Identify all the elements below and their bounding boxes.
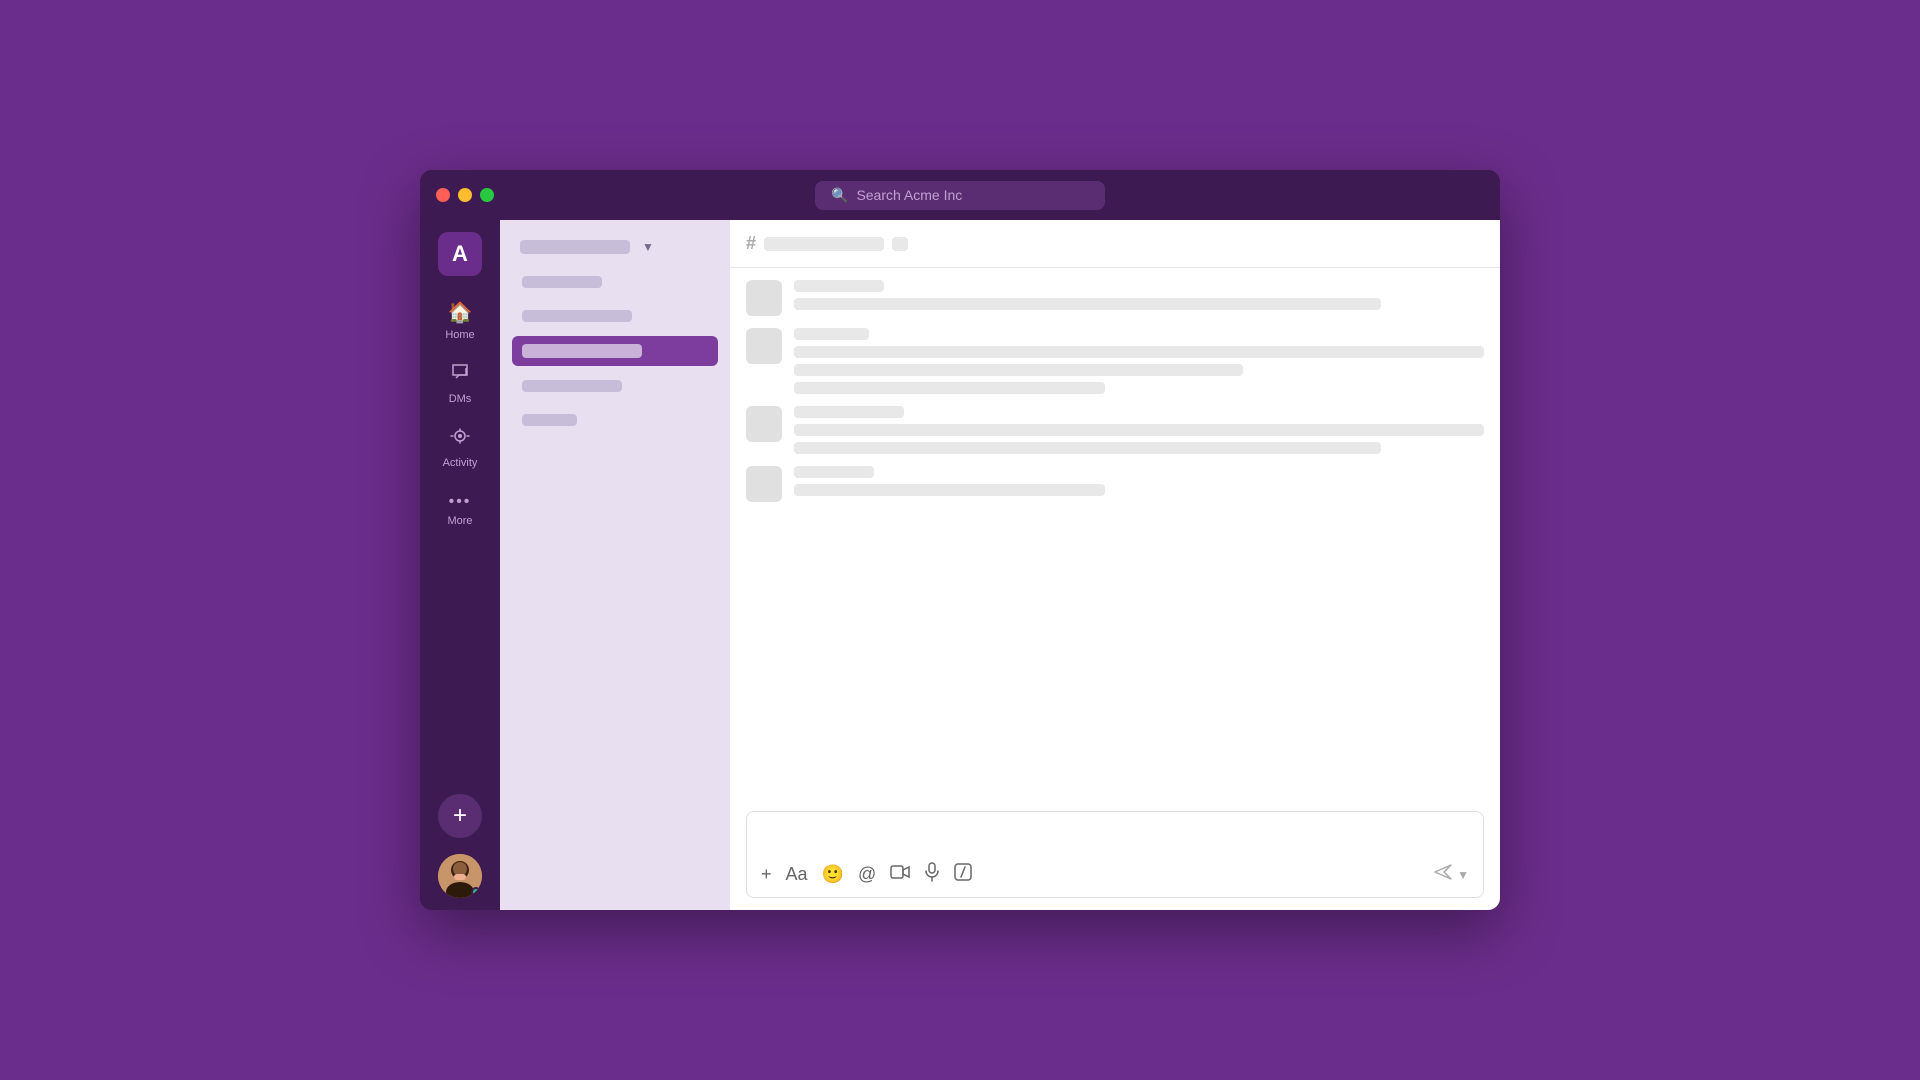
video-icon[interactable] xyxy=(890,864,910,885)
input-box[interactable]: + Aa 🙂 @ xyxy=(746,811,1484,898)
avatar xyxy=(746,328,782,364)
sidebar-item-activity[interactable]: Activity xyxy=(426,417,494,477)
msg-line-skeleton-3 xyxy=(794,382,1105,394)
slash-icon[interactable] xyxy=(954,863,972,886)
maximize-button[interactable] xyxy=(480,188,494,202)
activity-icon xyxy=(449,425,471,453)
workspace-name-skeleton xyxy=(520,240,630,254)
channel-skeleton-1 xyxy=(522,276,602,288)
msg-name-skeleton xyxy=(794,466,874,478)
msg-line-skeleton-2 xyxy=(794,364,1243,376)
hash-icon: # xyxy=(746,233,756,254)
channel-skeleton-4 xyxy=(522,380,622,392)
app-window: 🔍 Search Acme Inc A 🏠 Home DMs xyxy=(420,170,1500,910)
channel-name-skeleton xyxy=(764,237,884,251)
channel-skeleton-5 xyxy=(522,414,577,426)
msg-line-skeleton-2 xyxy=(794,442,1381,454)
sidebar-item-dms[interactable]: DMs xyxy=(426,353,494,413)
sidebar-header[interactable]: ▼ xyxy=(512,236,718,258)
send-button[interactable] xyxy=(1433,863,1453,886)
table-row xyxy=(746,328,1484,394)
msg-line-skeleton xyxy=(794,484,1105,496)
channel-sidebar: ▼ xyxy=(500,220,730,910)
table-row xyxy=(746,406,1484,454)
channel-item-3-active[interactable] xyxy=(512,336,718,366)
channel-item-2[interactable] xyxy=(512,302,718,330)
send-dropdown-button[interactable]: ▼ xyxy=(1457,868,1469,882)
home-icon: 🏠 xyxy=(448,300,473,325)
send-area: ▼ xyxy=(1433,863,1469,886)
messages-area xyxy=(730,268,1500,799)
search-bar[interactable]: 🔍 Search Acme Inc xyxy=(815,181,1105,210)
workspace-avatar[interactable]: A xyxy=(438,232,482,276)
dms-icon xyxy=(449,361,471,389)
msg-line-skeleton xyxy=(794,424,1484,436)
message-content xyxy=(794,406,1484,454)
main-content: A 🏠 Home DMs xyxy=(420,220,1500,910)
msg-name-skeleton xyxy=(794,328,869,340)
more-label: More xyxy=(447,515,472,527)
chat-area: # xyxy=(730,220,1500,910)
channel-skeleton-3 xyxy=(522,344,642,358)
window-controls xyxy=(436,188,494,202)
msg-line-skeleton xyxy=(794,346,1484,358)
channel-item-5[interactable] xyxy=(512,406,718,434)
format-icon[interactable]: Aa xyxy=(786,864,808,885)
chat-header: # xyxy=(730,220,1500,268)
msg-line-skeleton xyxy=(794,298,1381,310)
table-row xyxy=(746,466,1484,502)
title-bar: 🔍 Search Acme Inc xyxy=(420,170,1500,220)
avatar xyxy=(746,406,782,442)
msg-name-skeleton xyxy=(794,280,884,292)
table-row xyxy=(746,280,1484,316)
close-button[interactable] xyxy=(436,188,450,202)
channel-item-4[interactable] xyxy=(512,372,718,400)
avatar xyxy=(746,466,782,502)
sidebar-channels-section xyxy=(512,268,718,434)
search-text: Search Acme Inc xyxy=(856,187,962,203)
sidebar-item-more[interactable]: ••• More xyxy=(426,485,494,535)
channel-chevron[interactable] xyxy=(892,237,908,251)
message-input[interactable] xyxy=(761,822,1469,852)
minimize-button[interactable] xyxy=(458,188,472,202)
home-label: Home xyxy=(445,329,474,341)
plus-icon[interactable]: + xyxy=(761,864,772,885)
chevron-down-icon: ▼ xyxy=(642,240,654,254)
mention-icon[interactable]: @ xyxy=(858,864,876,885)
avatar xyxy=(746,280,782,316)
channel-item-1[interactable] xyxy=(512,268,718,296)
message-content xyxy=(794,328,1484,394)
dms-label: DMs xyxy=(449,393,472,405)
message-content xyxy=(794,280,1484,310)
search-icon: 🔍 xyxy=(831,187,848,204)
activity-label: Activity xyxy=(443,457,478,469)
message-content xyxy=(794,466,1484,496)
input-toolbar: + Aa 🙂 @ xyxy=(761,862,1469,887)
sidebar-item-home[interactable]: 🏠 Home xyxy=(426,292,494,349)
more-icon: ••• xyxy=(449,493,472,511)
icon-nav: A 🏠 Home DMs xyxy=(420,220,500,910)
channel-skeleton-2 xyxy=(522,310,632,322)
emoji-icon[interactable]: 🙂 xyxy=(822,864,844,885)
user-avatar[interactable] xyxy=(438,854,482,898)
msg-name-skeleton xyxy=(794,406,904,418)
add-button[interactable]: + xyxy=(438,794,482,838)
mic-icon[interactable] xyxy=(924,862,940,887)
message-input-area: + Aa 🙂 @ xyxy=(730,799,1500,910)
status-dot xyxy=(471,887,481,897)
